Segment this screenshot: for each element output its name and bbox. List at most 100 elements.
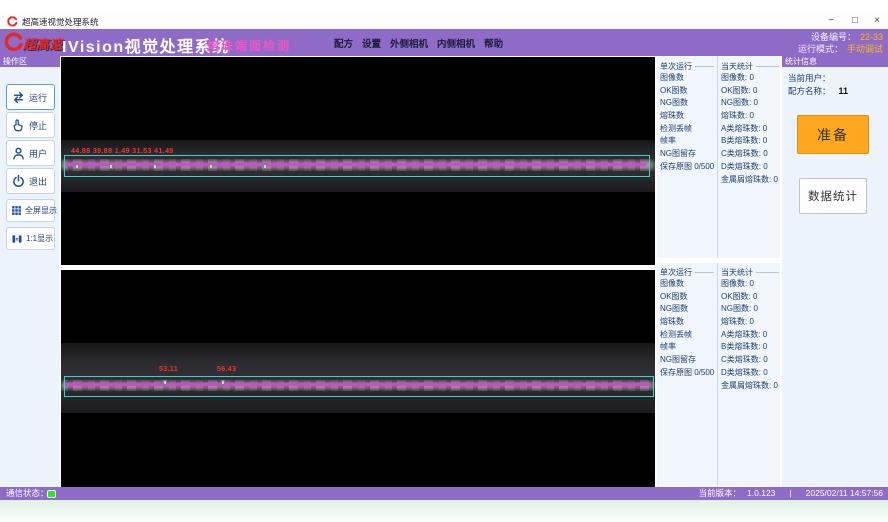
close-button[interactable]: ×: [868, 13, 886, 28]
minimize-button[interactable]: −: [822, 13, 840, 28]
recipe-name-value: 11: [839, 86, 849, 96]
version-label: 当前版本：: [699, 487, 742, 500]
stat-row: 金属屑熔珠数: 0: [721, 380, 779, 393]
fullscreen-button[interactable]: 全屏显示: [6, 199, 55, 222]
menu-item-recipe[interactable]: 配方: [334, 36, 353, 50]
stat-row: OK图数: [660, 85, 714, 98]
camera-view-top[interactable]: 44.88 39.88 1.49 31.53 41.49: [61, 57, 655, 265]
strip-marker: [75, 164, 79, 169]
menu-item-inner-camera[interactable]: 内侧相机: [437, 36, 475, 50]
stat-row: 图像数: [660, 278, 714, 291]
measurement-label: 53.11: [159, 366, 178, 373]
menu-item-settings[interactable]: 设置: [362, 36, 381, 50]
stat-row: 检测丢帧: [660, 329, 714, 342]
stat-row: 保存原图 0/500: [660, 367, 714, 380]
prepare-button[interactable]: 准备: [797, 115, 869, 154]
stat-row: OK图数: [660, 291, 714, 304]
stats-panel-bottom-single-run: 单次运行 图像数 OK图数 NG图数 熔珠数 检测丢帧 帧率 NG图留存 保存原…: [660, 266, 714, 380]
stat-row: 图像数: 0: [721, 278, 779, 291]
stats-panel-top-daily: 当天统计 图像数: 0 OK图数: 0 NG图数: 0 熔珠数: 0 A类熔珠数…: [721, 60, 779, 186]
stat-row: 熔珠数: [660, 316, 714, 329]
stat-row: B类熔珠数: 0: [721, 135, 779, 148]
stat-row: 熔珠数: [660, 110, 714, 123]
strip-marker: [263, 164, 267, 169]
page-title: IVision视觉处理系统: [62, 33, 230, 57]
stats-panel-bottom-daily: 当天统计 图像数: 0 OK图数: 0 NG图数: 0 熔珠数: 0 A类熔珠数…: [721, 266, 779, 392]
run-button-label: 运行: [29, 91, 47, 104]
person-icon: [11, 146, 26, 161]
current-user-label: 当前用户：: [788, 72, 831, 84]
user-button[interactable]: 用户: [6, 140, 55, 166]
stat-row: C类熔珠数: 0: [721, 354, 779, 367]
stat-row: 熔珠数: 0: [721, 316, 779, 329]
device-id-value: 22-33: [860, 32, 883, 42]
stat-row: NG图留存: [660, 354, 714, 367]
stat-row: B类熔珠数: 0: [721, 341, 779, 354]
stop-button-label: 停止: [29, 119, 47, 132]
device-id-label: 设备编号：: [811, 32, 856, 42]
grid-icon: [11, 205, 22, 216]
strip-marker: [209, 164, 213, 169]
device-info: 设备编号：22-33 运行模式：手动调试: [798, 31, 883, 55]
menu-item-outer-camera[interactable]: 外侧相机: [390, 36, 428, 50]
camera-view-bottom[interactable]: 53.11 56.43: [61, 270, 655, 487]
maximize-button[interactable]: □: [846, 13, 864, 28]
comm-status-label: 通信状态：: [6, 487, 49, 500]
stats-group-title: 当天统计: [721, 60, 779, 72]
recipe-name-row: 配方名称：11: [788, 85, 848, 97]
cycle-arrows-icon: [11, 90, 26, 105]
stat-row: 帧率: [660, 341, 714, 354]
stats-panel-top-single-run: 单次运行 图像数 OK图数 NG图数 熔珠数 检测丢帧 帧率 NG图留存 保存原…: [660, 60, 714, 174]
stat-row: A类熔珠数: 0: [721, 329, 779, 342]
desktop-strip: [0, 500, 888, 522]
run-button[interactable]: 运行: [6, 84, 55, 110]
datetime-value: 2025/02/11 14:57:56: [806, 487, 883, 500]
stat-row: NG图数: 0: [721, 97, 779, 110]
stat-row: D类熔珠数: 0: [721, 367, 779, 380]
brand-logo-icon: [4, 32, 24, 52]
data-stats-button[interactable]: 数据统计: [799, 178, 867, 214]
stat-row: 保存原图 0/500: [660, 161, 714, 174]
stats-group-title: 单次运行: [660, 266, 714, 278]
detection-box: [64, 155, 650, 177]
fullscreen-button-label: 全屏显示: [25, 205, 57, 216]
stat-row: NG图数: [660, 97, 714, 110]
stats-panel-separator: [655, 258, 782, 263]
one-to-one-button-label: 1:1显示: [26, 233, 53, 244]
window-title: 超高速视觉处理系统: [22, 16, 99, 28]
stat-row: 图像数: 0: [721, 72, 779, 85]
stat-row: A类熔珠数: 0: [721, 123, 779, 136]
window-titlebar: 超高速视觉处理系统 − □ ×: [0, 13, 888, 29]
app-icon: [7, 16, 18, 27]
measurement-annotation: 44.88 39.88 1.49 31.53 41.49: [71, 148, 174, 155]
main-header: 超高速 IVision视觉处理系统 熔珠端面检测 配方 设置 外侧相机 内侧相机…: [0, 29, 888, 56]
stat-row: OK图数: 0: [721, 85, 779, 98]
stats-group-title: 当天统计: [721, 266, 779, 278]
sidebar-header: 操作区: [0, 56, 60, 67]
stats-divider: [717, 56, 718, 487]
stat-row: 检测丢帧: [660, 123, 714, 136]
stat-row: NG图留存: [660, 148, 714, 161]
status-bar: 通信状态： 当前版本： 1.0.123 | 2025/02/11 14:57:5…: [0, 487, 888, 500]
app-window: 超高速视觉处理系统 − □ × 超高速 IVision视觉处理系统 熔珠端面检测…: [0, 0, 888, 522]
exit-button-label: 退出: [29, 175, 47, 188]
strip-marker: [109, 164, 113, 169]
status-separator: |: [789, 487, 791, 500]
stat-row: 图像数: [660, 72, 714, 85]
status-bar-right: 当前版本： 1.0.123 | 2025/02/11 14:57:56: [699, 487, 883, 500]
info-panel-header: 统计信息: [782, 56, 888, 67]
stat-row: 帧率: [660, 135, 714, 148]
stat-row: NG图数: [660, 303, 714, 316]
stat-row: C类熔珠数: 0: [721, 148, 779, 161]
strip-marker: [163, 380, 167, 385]
menu-item-help[interactable]: 帮助: [484, 36, 503, 50]
stat-row: OK图数: 0: [721, 291, 779, 304]
exit-button[interactable]: 退出: [6, 168, 55, 194]
stat-row: NG图数: 0: [721, 303, 779, 316]
run-mode-label: 运行模式：: [798, 44, 843, 54]
one-to-one-icon: [11, 233, 23, 245]
one-to-one-button[interactable]: 1:1显示: [6, 227, 55, 250]
main-menu: 配方 设置 外侧相机 内侧相机 帮助: [334, 29, 503, 56]
stop-button[interactable]: 停止: [6, 112, 55, 138]
detection-box: [64, 376, 654, 397]
